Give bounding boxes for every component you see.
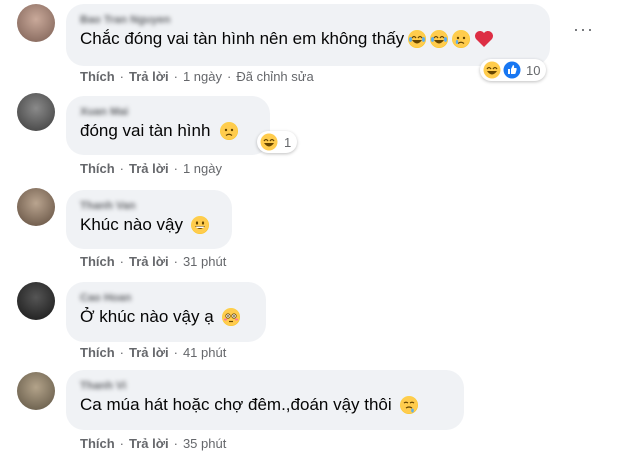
separator-dot: · [119, 69, 125, 84]
separator-dot: · [119, 436, 125, 451]
separator-dot: · [119, 345, 125, 360]
timestamp[interactable]: 1 ngày [183, 161, 222, 176]
haha-reaction-icon [483, 61, 501, 79]
commenter-name[interactable]: Xuan Mai [80, 104, 256, 120]
more-options-icon[interactable]: ··· [573, 20, 594, 38]
comment-bubble: Bao Tran Nguyen Chắc đóng vai tàn hình n… [66, 4, 550, 66]
like-link[interactable]: Thích [80, 345, 115, 360]
reply-link[interactable]: Trả lời [129, 161, 169, 176]
separator-dot: · [227, 69, 232, 84]
avatar[interactable] [17, 93, 55, 131]
commenter-name[interactable]: Cao Hoan [80, 290, 252, 306]
like-link[interactable]: Thích [80, 436, 115, 451]
timestamp[interactable]: 35 phút [183, 436, 226, 451]
heart-emoji [474, 30, 494, 48]
grinning-face-emoji [191, 216, 210, 234]
comment-text-row: Chắc đóng vai tàn hình nên em không thấy [80, 28, 536, 50]
timestamp[interactable]: 31 phút [183, 254, 226, 269]
comment-actions: Thích · Trả lời · 1 ngày · Đã chỉnh sửa [80, 69, 314, 84]
edited-label[interactable]: Đã chỉnh sửa [236, 69, 313, 84]
reaction-count: 10 [526, 62, 541, 78]
separator-dot: · [119, 254, 125, 269]
separator-dot: · [173, 161, 178, 176]
separator-dot: · [173, 69, 178, 84]
commenter-name[interactable]: Thanh Van [80, 198, 218, 214]
commenter-name[interactable]: Thanh Vi [80, 378, 450, 394]
reply-link[interactable]: Trả lời [129, 254, 169, 269]
timestamp[interactable]: 41 phút [183, 345, 226, 360]
laugh-cry-emoji [430, 30, 449, 48]
comment-text-row: Khúc nào vậy [80, 214, 218, 236]
comment-actions: Thích · Trả lời · 31 phút [80, 254, 226, 269]
comment-text-row: đóng vai tàn hình [80, 120, 256, 142]
reaction-count: 1 [284, 134, 292, 150]
commenter-name[interactable]: Bao Tran Nguyen [80, 12, 536, 28]
avatar[interactable] [17, 188, 55, 226]
haha-reaction-icon [260, 133, 278, 151]
reply-link[interactable]: Trả lời [129, 436, 169, 451]
like-link[interactable]: Thích [80, 161, 115, 176]
flushed-face-emoji [221, 308, 240, 326]
separator-dot: · [173, 345, 178, 360]
comment-text: Khúc nào vậy [80, 215, 184, 234]
comment-bubble: Thanh Van Khúc nào vậy [66, 190, 232, 249]
comment-text: Ca múa hát hoặc chợ đêm.,đoán vậy thôi [80, 395, 392, 414]
avatar[interactable] [17, 372, 55, 410]
comment-bubble: Cao Hoan Ở khúc nào vậy ạ [66, 282, 266, 342]
like-reaction-icon [503, 61, 521, 79]
like-link[interactable]: Thích [80, 69, 115, 84]
laugh-cry-emoji [408, 30, 427, 48]
comment-text: Chắc đóng vai tàn hình nên em không thấy [80, 29, 405, 48]
comment-actions: Thích · Trả lời · 41 phút [80, 345, 226, 360]
sad-face-emoji [220, 122, 239, 140]
reaction-summary[interactable]: 10 [480, 59, 547, 81]
avatar[interactable] [17, 4, 55, 42]
separator-dot: · [173, 254, 178, 269]
comment-text-row: Ở khúc nào vậy ạ [80, 306, 252, 328]
avatar[interactable] [17, 282, 55, 320]
comment-text: đóng vai tàn hình [80, 121, 211, 140]
reply-link[interactable]: Trả lời [129, 345, 169, 360]
like-link[interactable]: Thích [80, 254, 115, 269]
crying-emoji [452, 30, 471, 48]
separator-dot: · [119, 161, 125, 176]
drooling-face-emoji [399, 396, 418, 414]
comment-actions: Thích · Trả lời · 35 phút [80, 436, 226, 451]
comment-text-row: Ca múa hát hoặc chợ đêm.,đoán vậy thôi [80, 394, 450, 416]
reaction-summary[interactable]: 1 [257, 131, 298, 153]
reply-link[interactable]: Trả lời [129, 69, 169, 84]
comment-bubble: Xuan Mai đóng vai tàn hình [66, 96, 270, 155]
comment-text: Ở khúc nào vậy ạ [80, 307, 214, 326]
separator-dot: · [173, 436, 178, 451]
comment-bubble: Thanh Vi Ca múa hát hoặc chợ đêm.,đoán v… [66, 370, 464, 430]
timestamp[interactable]: 1 ngày [183, 69, 222, 84]
comment-actions: Thích · Trả lời · 1 ngày [80, 161, 222, 176]
